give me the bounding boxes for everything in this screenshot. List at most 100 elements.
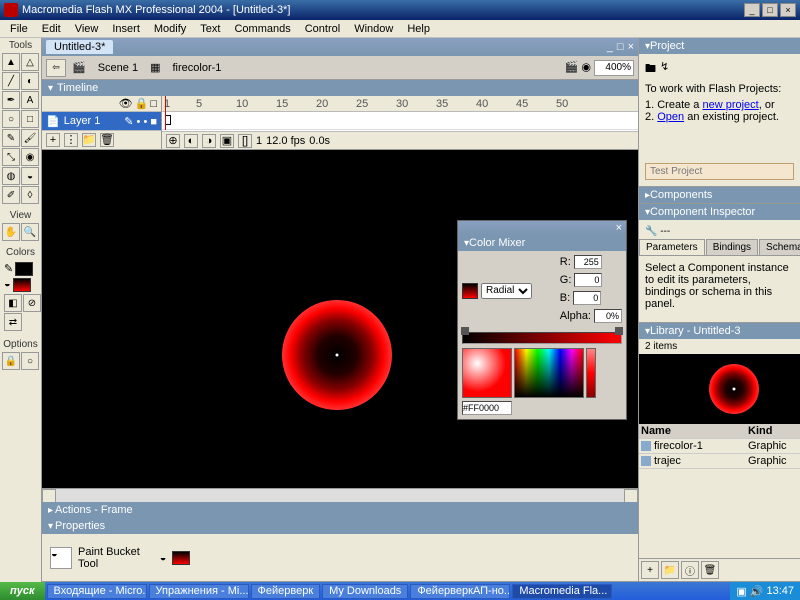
lock-icon[interactable]: 🔒: [135, 97, 149, 110]
option-gap-size[interactable]: ○: [21, 352, 39, 370]
taskbar-item[interactable]: Входящие - Micro...: [47, 584, 147, 599]
tab-parameters[interactable]: Parameters: [639, 239, 705, 255]
hand-tool[interactable]: ✋: [2, 223, 20, 241]
paint-bucket-tool[interactable]: ◒: [21, 167, 39, 185]
insert-folder-button[interactable]: 📁: [82, 133, 96, 147]
mixer-header[interactable]: Color Mixer: [458, 235, 626, 251]
tab-bindings[interactable]: Bindings: [706, 239, 758, 255]
stage-hscroll[interactable]: [42, 488, 638, 502]
option-lock-fill[interactable]: 🔒: [2, 352, 20, 370]
back-button[interactable]: ⇦: [46, 59, 66, 77]
library-item[interactable]: firecolor-1 Graphic: [639, 439, 800, 454]
delete-button[interactable]: 🗑: [701, 561, 719, 579]
taskbar-item[interactable]: Macromedia Fla...: [512, 584, 612, 599]
library-columns[interactable]: Name Kind: [639, 424, 800, 439]
menu-view[interactable]: View: [69, 21, 105, 37]
properties-button[interactable]: ⓘ: [681, 561, 699, 579]
onion-skin-outlines-button[interactable]: ◑: [202, 134, 216, 148]
edit-multiple-frames-button[interactable]: ▣: [220, 134, 234, 148]
open-project-link[interactable]: Open: [657, 111, 684, 123]
components-panel-header[interactable]: Components: [639, 187, 800, 203]
doc-minimize-button[interactable]: _: [607, 41, 613, 53]
pen-tool[interactable]: ✒: [2, 91, 20, 109]
gradient-stop-left[interactable]: [461, 327, 469, 335]
swap-colors-button[interactable]: ⇄: [4, 313, 22, 331]
oval-tool[interactable]: ○: [2, 110, 20, 128]
project-toolbar-icon[interactable]: 🖿: [645, 60, 656, 79]
edit-symbols-icon[interactable]: ◉: [581, 61, 591, 73]
alpha-field[interactable]: [594, 309, 622, 323]
fill-style-select[interactable]: Radial: [481, 283, 532, 299]
r-field[interactable]: [574, 255, 602, 269]
delete-layer-button[interactable]: 🗑: [100, 133, 114, 147]
line-tool[interactable]: ╱: [2, 72, 20, 90]
gradient-preview[interactable]: [462, 348, 512, 398]
project-panel-header[interactable]: Project: [639, 38, 800, 54]
actions-panel-header[interactable]: Actions - Frame: [42, 502, 638, 518]
menu-edit[interactable]: Edit: [36, 21, 67, 37]
tray-icon[interactable]: 🔊: [750, 585, 764, 598]
add-guide-button[interactable]: ⋮: [64, 133, 78, 147]
tab-schema[interactable]: Schema: [759, 239, 800, 255]
color-spectrum[interactable]: [514, 348, 584, 398]
center-frame-button[interactable]: ⊕: [166, 134, 180, 148]
hex-field[interactable]: [462, 401, 512, 415]
new-symbol-button[interactable]: +: [641, 561, 659, 579]
stroke-color[interactable]: [15, 262, 33, 276]
b-field[interactable]: [573, 291, 601, 305]
document-tab[interactable]: Untitled-3*: [46, 40, 113, 54]
menu-file[interactable]: File: [4, 21, 34, 37]
rectangle-tool[interactable]: □: [21, 110, 39, 128]
show-hide-icon[interactable]: 👁: [119, 97, 133, 110]
insert-layer-button[interactable]: +: [46, 133, 60, 147]
lasso-tool[interactable]: ◐: [21, 72, 39, 90]
menu-window[interactable]: Window: [348, 21, 399, 37]
stage[interactable]: × Color Mixer Radial R: G: B: Alpha:: [42, 150, 638, 488]
new-folder-button[interactable]: 📁: [661, 561, 679, 579]
start-button[interactable]: пуск: [0, 582, 45, 600]
menu-control[interactable]: Control: [299, 21, 346, 37]
free-transform-tool[interactable]: ⤡: [2, 148, 20, 166]
system-tray[interactable]: ▣ 🔊 13:47: [730, 582, 800, 600]
g-field[interactable]: [574, 273, 602, 287]
gradient-bar[interactable]: [462, 332, 622, 344]
text-tool[interactable]: A: [21, 91, 39, 109]
project-toolbar-icon2[interactable]: ↯: [660, 60, 669, 79]
doc-close-button[interactable]: ×: [628, 41, 634, 53]
library-panel-header[interactable]: Library - Untitled-3: [639, 323, 800, 339]
menu-commands[interactable]: Commands: [228, 21, 296, 37]
minimize-button[interactable]: _: [744, 3, 760, 17]
black-white-button[interactable]: ◧: [4, 294, 22, 312]
selection-tool[interactable]: ▲: [2, 53, 20, 71]
timeline-ruler[interactable]: 1 5 10 15 20 25 30 35 40 45 50: [162, 96, 638, 112]
fill-transform-tool[interactable]: ◉: [21, 148, 39, 166]
taskbar-item[interactable]: Фейерверк: [251, 584, 321, 599]
maximize-button[interactable]: □: [762, 3, 778, 17]
library-item[interactable]: trajec Graphic: [639, 454, 800, 469]
scroll-right-button[interactable]: [624, 489, 638, 503]
fill-color[interactable]: [13, 278, 31, 292]
ink-bottle-tool[interactable]: ◍: [2, 167, 20, 185]
taskbar-item[interactable]: ФейерверкАП-но...: [410, 584, 510, 599]
edit-scene-icon[interactable]: 🎬: [565, 61, 579, 73]
menu-insert[interactable]: Insert: [106, 21, 146, 37]
subselection-tool[interactable]: △: [21, 53, 39, 71]
eraser-tool[interactable]: ◊: [21, 186, 39, 204]
eyedropper-tool[interactable]: ✐: [2, 186, 20, 204]
hue-slider[interactable]: [586, 348, 596, 398]
zoom-field[interactable]: [594, 60, 634, 76]
test-project-button[interactable]: Test Project: [645, 163, 794, 180]
timeline-track[interactable]: [162, 112, 638, 130]
mixer-close-icon[interactable]: ×: [616, 222, 622, 234]
onion-skin-button[interactable]: ◐: [184, 134, 198, 148]
properties-panel-header[interactable]: Properties: [42, 518, 638, 534]
menu-help[interactable]: Help: [401, 21, 436, 37]
zoom-tool[interactable]: 🔍: [21, 223, 39, 241]
outline-icon[interactable]: □: [150, 98, 157, 110]
tray-icon[interactable]: ▣: [736, 585, 746, 598]
scene-name[interactable]: Scene 1: [92, 61, 144, 75]
layer-row[interactable]: 📄 Layer 1 ✎ • • ■: [42, 112, 161, 130]
taskbar-item[interactable]: My Downloads: [322, 584, 408, 599]
mixer-titlebar[interactable]: ×: [458, 221, 626, 235]
timeline-header[interactable]: Timeline: [42, 80, 638, 96]
